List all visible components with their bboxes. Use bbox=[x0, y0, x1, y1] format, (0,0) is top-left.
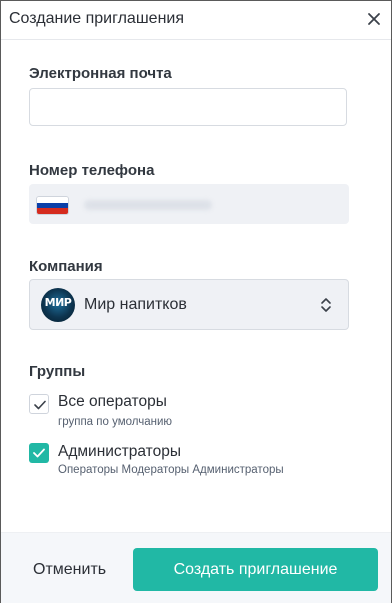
cancel-button[interactable]: Отменить bbox=[33, 561, 106, 579]
email-label: Электронная почта bbox=[29, 65, 172, 82]
group-checkbox-admins[interactable] bbox=[29, 443, 49, 463]
dialog-title: Создание приглашения bbox=[9, 10, 184, 27]
company-label: Компания bbox=[29, 258, 103, 275]
check-icon bbox=[34, 400, 46, 410]
email-field[interactable] bbox=[29, 88, 347, 126]
group-name: Все операторы bbox=[58, 393, 167, 410]
group-description: Операторы Модераторы Администраторы bbox=[58, 464, 284, 476]
groups-label: Группы bbox=[29, 363, 86, 380]
company-select-value: Мир напитков bbox=[84, 296, 187, 313]
group-name: Администраторы bbox=[58, 443, 181, 460]
company-select[interactable]: МИР Мир напитков bbox=[29, 279, 349, 330]
invite-dialog: Создание приглашения Электронная почта Н… bbox=[0, 0, 392, 603]
phone-value-blurred bbox=[84, 200, 212, 210]
dialog-footer: Отменить Создать приглашение bbox=[1, 532, 391, 603]
group-checkbox-all-operators[interactable] bbox=[29, 394, 49, 414]
company-logo-text: МИР bbox=[44, 295, 72, 309]
select-arrows-icon bbox=[320, 295, 332, 315]
phone-field[interactable] bbox=[29, 184, 349, 224]
check-icon bbox=[33, 448, 45, 458]
close-icon[interactable] bbox=[365, 10, 383, 28]
phone-label: Номер телефона bbox=[29, 162, 155, 179]
group-description: группа по умолчанию bbox=[58, 416, 172, 428]
dialog-header: Создание приглашения bbox=[1, 1, 391, 40]
create-invite-button[interactable]: Создать приглашение bbox=[133, 548, 378, 591]
company-logo: МИР bbox=[41, 288, 75, 322]
russia-flag-icon[interactable] bbox=[37, 197, 68, 214]
